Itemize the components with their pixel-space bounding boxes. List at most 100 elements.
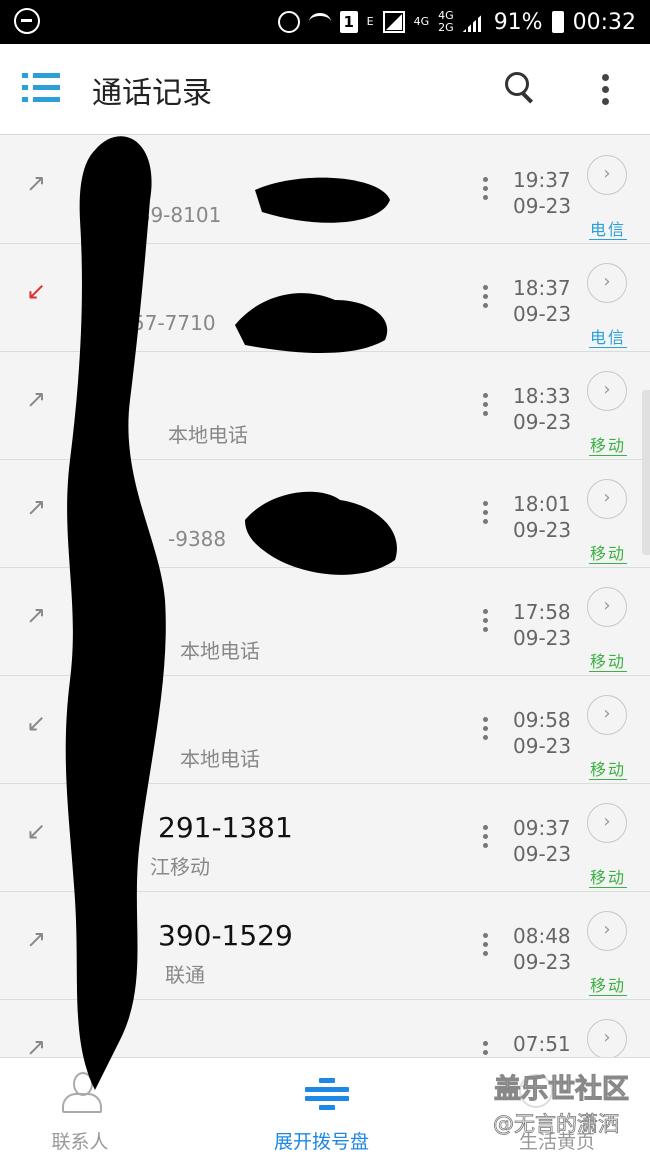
call-log-list[interactable]: ↗ 389-8101 19:37 09-23 › 电信 ↙ 57-7710 18:…	[0, 135, 650, 1057]
caller-location: 江移动	[150, 855, 210, 879]
caller-number: -9388	[168, 527, 227, 551]
call-log-row[interactable]: ↗ 07:51 ›	[0, 999, 650, 1057]
carrier-badge: 移动	[589, 436, 628, 456]
details-chevron-icon[interactable]: ›	[587, 155, 627, 195]
call-date: 09-23	[513, 950, 572, 974]
caller-number: 本地电话	[168, 423, 248, 447]
search-icon[interactable]	[505, 72, 535, 106]
call-date: 09-23	[513, 302, 572, 326]
watermark-community: 盖乐世社区	[494, 1074, 630, 1106]
call-time: 09:58 09-23	[513, 707, 571, 759]
caller-number: 本地电话	[180, 747, 260, 771]
incoming-call-icon: ↙	[26, 817, 47, 845]
call-date: 09-23	[513, 626, 572, 650]
details-chevron-icon[interactable]: ›	[587, 911, 627, 951]
details-chevron-icon[interactable]: ›	[587, 587, 627, 627]
details-chevron-icon[interactable]: ›	[587, 1019, 627, 1057]
net-2g-bottom: 2G	[438, 21, 454, 34]
call-log-row[interactable]: ↗ 390-1529 联通 08:48 09-23 › 移动	[0, 891, 650, 1000]
details-chevron-icon[interactable]: ›	[587, 695, 627, 735]
incoming-call-icon: ↙	[26, 709, 47, 737]
call-time: 18:37 09-23	[513, 275, 571, 327]
details-chevron-icon[interactable]: ›	[587, 371, 627, 411]
call-date: 09-23	[513, 734, 572, 758]
call-date: 09-23	[513, 194, 572, 218]
tab-contacts-label: 联系人	[51, 1131, 109, 1153]
person-icon	[62, 1072, 102, 1114]
carrier-badge: 电信	[589, 220, 628, 240]
battery-percent: 91%	[493, 9, 543, 35]
call-time: 18:33 09-23	[513, 383, 571, 435]
call-log-row[interactable]: ↗ 本地电话 17:58 09-23 › 移动	[0, 567, 650, 676]
carrier-badge: 移动	[589, 760, 628, 780]
call-time-hm: 08:48	[513, 924, 571, 948]
call-time: 08:48 09-23	[513, 923, 571, 975]
outgoing-call-icon: ↗	[26, 1033, 47, 1057]
call-date: 09-23	[513, 518, 572, 542]
call-log-row[interactable]: ↙ 291-1381 江移动 09:37 09-23 › 移动	[0, 783, 650, 892]
clock-time: 00:32	[572, 9, 636, 35]
alarm-icon	[277, 11, 300, 33]
call-log-row[interactable]: ↙ 57-7710 18:37 09-23 › 电信	[0, 243, 650, 352]
outgoing-call-icon: ↗	[26, 601, 47, 629]
call-time: 18:01 09-23	[513, 491, 571, 543]
outgoing-call-icon: ↗	[26, 169, 47, 197]
row-more-icon[interactable]	[483, 177, 491, 203]
details-chevron-icon[interactable]: ›	[587, 263, 627, 303]
outgoing-call-icon: ↗	[26, 925, 47, 953]
sim-1-icon: 1	[339, 11, 358, 33]
tab-dialpad-label: 展开拨号盘	[273, 1131, 369, 1153]
status-icons: 1 E 4G 4G 2G 91% 00:32	[277, 7, 636, 37]
row-more-icon[interactable]	[483, 933, 491, 959]
call-log-row[interactable]: ↗ 本地电话 18:33 09-23 › 移动	[0, 351, 650, 460]
row-more-icon[interactable]	[483, 501, 491, 527]
call-time: 09:37 09-23	[513, 815, 571, 867]
battery-icon	[551, 11, 564, 33]
carrier-badge: 移动	[589, 544, 628, 564]
list-menu-icon[interactable]	[22, 73, 60, 103]
caller-number: 本地电话	[180, 639, 260, 663]
call-log-row[interactable]: ↗ -9388 18:01 09-23 › 移动	[0, 459, 650, 568]
call-time-hm: 18:33	[513, 384, 571, 408]
more-vert-icon[interactable]	[602, 74, 610, 106]
row-more-icon[interactable]	[483, 393, 491, 419]
caller-number-main: 390-1529	[158, 919, 293, 952]
network-e-label: E	[366, 15, 374, 28]
call-time-hm: 09:37	[513, 816, 571, 840]
carrier-badge: 移动	[589, 652, 628, 672]
dnd-minus-icon	[14, 8, 40, 34]
signal-icon	[382, 11, 405, 33]
carrier-badge: 移动	[589, 976, 628, 996]
page-title: 通话记录	[92, 76, 212, 111]
dialpad-icon	[305, 1078, 349, 1112]
row-more-icon[interactable]	[483, 717, 491, 743]
outgoing-call-icon: ↗	[26, 385, 47, 413]
call-time-hm: 17:58	[513, 600, 571, 624]
caller-number: 57-7710	[132, 311, 216, 335]
watermark-author: @无言的潇洒	[493, 1112, 620, 1137]
details-chevron-icon[interactable]: ›	[587, 803, 627, 843]
details-chevron-icon[interactable]: ›	[587, 479, 627, 519]
net-4g-2g-label: 4G 2G	[438, 10, 454, 34]
outgoing-call-icon: ↗	[26, 493, 47, 521]
row-more-icon[interactable]	[483, 825, 491, 851]
net-4g-label: 4G	[413, 15, 430, 28]
call-log-row[interactable]: ↗ 389-8101 19:37 09-23 › 电信	[0, 135, 650, 244]
call-log-row[interactable]: ↙ 本地电话 09:58 09-23 › 移动	[0, 675, 650, 784]
caller-location: 联通	[165, 963, 205, 987]
call-time-hm: 07:51	[513, 1032, 571, 1056]
call-time-hm: 18:37	[513, 276, 571, 300]
row-more-icon[interactable]	[483, 1041, 491, 1057]
row-more-icon[interactable]	[483, 285, 491, 311]
call-time-hm: 19:37	[513, 168, 571, 192]
tab-dialpad[interactable]: 展开拨号盘	[217, 1058, 433, 1157]
call-time-hm: 09:58	[513, 708, 571, 732]
call-time: 07:51	[513, 1031, 571, 1057]
scrollbar-thumb[interactable]	[642, 390, 650, 555]
missed-call-icon: ↙	[26, 277, 47, 305]
app-bar: 通话记录	[0, 44, 650, 135]
tab-contacts[interactable]: 联系人	[0, 1058, 216, 1157]
call-date: 09-23	[513, 842, 572, 866]
call-time: 17:58 09-23	[513, 599, 571, 651]
row-more-icon[interactable]	[483, 609, 491, 635]
